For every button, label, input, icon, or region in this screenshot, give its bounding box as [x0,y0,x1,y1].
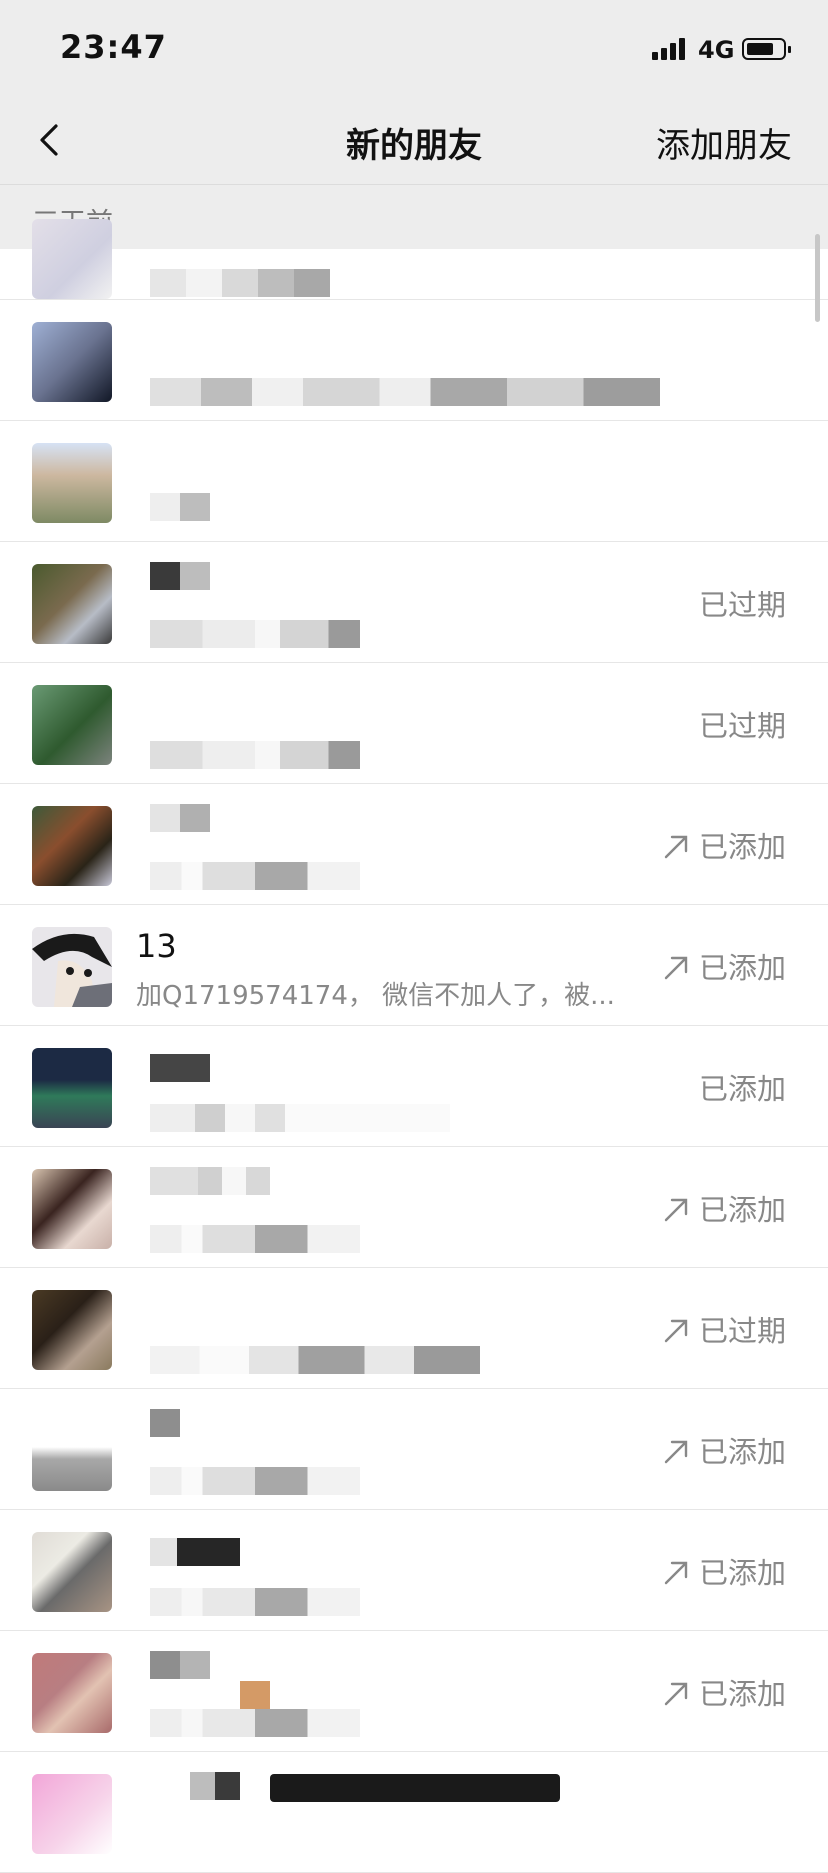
scrollbar[interactable] [815,234,820,322]
friend-request-row[interactable]: 已添加 [0,1147,828,1268]
request-status-label: 已添加 [698,830,786,864]
avatar [32,564,112,644]
request-status: 已过期 [698,709,786,743]
blurred-text [190,1772,240,1800]
blurred-text [150,562,210,590]
avatar [32,219,112,299]
blurred-text [240,1681,270,1709]
request-status: 已添加 [663,1550,786,1592]
avatar [32,806,112,886]
request-status-label: 已添加 [698,1556,786,1590]
avatar [32,443,112,523]
friend-request-row[interactable]: 已过期 [0,542,828,663]
request-status-label: 已添加 [698,1193,786,1227]
avatar [32,1532,112,1612]
signal-strength-icon [652,38,686,60]
avatar [32,1774,112,1854]
avatar [32,1411,112,1491]
arrow-up-right-icon [664,1440,688,1464]
blurred-text [150,1054,210,1082]
blurred-text [150,378,660,406]
request-status-label: 已添加 [698,1435,786,1469]
friend-request-row[interactable] [0,300,828,421]
request-status: 已添加 [698,1072,786,1106]
section-header: 三天前 [0,185,828,249]
request-status: 已过期 [663,1308,786,1350]
avatar [32,1653,112,1733]
arrow-up-right-icon [664,1198,688,1222]
avatar [32,927,112,1007]
blurred-text [150,1225,360,1253]
friend-request-row[interactable]: 已添加 [0,1510,828,1631]
arrow-up-right-icon [664,1682,688,1706]
friend-request-row[interactable]: 已过期 [0,1268,828,1389]
request-status: 已添加 [663,824,786,866]
blurred-text [270,1774,560,1802]
request-status: 已添加 [663,1671,786,1713]
network-type: 4G [698,36,735,64]
blurred-text [150,862,360,890]
friend-request-row[interactable] [0,421,828,542]
blurred-text [150,1467,360,1495]
request-status: 已添加 [663,1187,786,1229]
blurred-text [150,1538,240,1566]
blurred-text [150,1409,180,1437]
friend-request-row[interactable]: 已添加 [0,1389,828,1510]
arrow-up-right-icon [664,1319,688,1343]
blurred-text [150,804,210,832]
avatar [32,685,112,765]
arrow-up-right-icon [664,835,688,859]
nav-bar: 新的朋友 添加朋友 [0,96,828,185]
blurred-text [150,1346,480,1374]
status-bar: 23:47 4G [0,0,828,96]
arrow-up-right-icon [664,1561,688,1585]
friend-request-row[interactable]: 13 加Q1719574174， 微信不加人了，被... 已添加 [0,905,828,1026]
avatar [32,1169,112,1249]
friend-request-row[interactable]: 已添加 [0,1026,828,1147]
blurred-text [150,741,360,769]
request-status: 已过期 [698,588,786,622]
friend-request-row[interactable] [0,219,828,300]
blurred-text [150,493,210,521]
avatar [32,1048,112,1128]
blurred-text [150,1167,270,1195]
avatar [32,322,112,402]
friend-request-row[interactable]: 已添加 [0,784,828,905]
friend-request-row[interactable]: 已过期 [0,663,828,784]
battery-icon [742,38,791,60]
request-status-label: 已过期 [698,1314,786,1348]
blurred-text [150,1104,450,1132]
request-status-label: 已添加 [698,951,786,985]
add-friend-button[interactable]: 添加朋友 [656,118,792,167]
request-status: 已添加 [663,1429,786,1471]
blurred-text [150,1651,210,1679]
request-status-label: 已添加 [698,1677,786,1711]
blurred-text [150,269,330,297]
request-status: 已添加 [663,945,786,987]
blurred-text [150,620,360,648]
friend-request-row[interactable] [0,1752,828,1873]
blurred-text [150,1709,360,1737]
friend-request-list: 已过期 已过期 已添加 13 加Q1719574174， 微信不加人了，被...… [0,219,828,1873]
blurred-text [150,1588,360,1616]
contact-name: 13 [136,927,177,965]
friend-request-row[interactable]: 已添加 [0,1631,828,1752]
arrow-up-right-icon [664,956,688,980]
avatar [32,1290,112,1370]
contact-message: 加Q1719574174， 微信不加人了，被... [136,981,615,1011]
status-time: 23:47 [60,28,167,66]
